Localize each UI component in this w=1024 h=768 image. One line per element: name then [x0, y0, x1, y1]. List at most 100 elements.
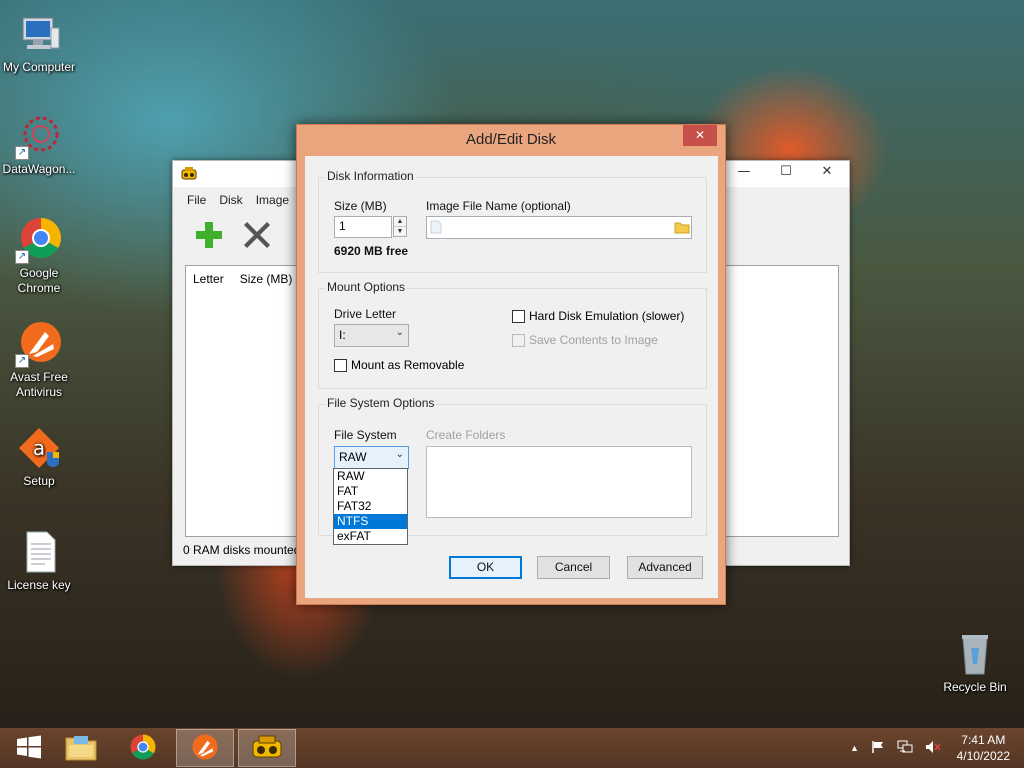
mount-removable-checkbox[interactable]: Mount as Removable: [334, 358, 464, 372]
group-title: Disk Information: [325, 169, 416, 183]
recycle-bin-icon: [951, 630, 999, 678]
desktop-icon-google-chrome[interactable]: ↗ Google Chrome: [0, 216, 78, 296]
add-icon[interactable]: [193, 219, 225, 254]
network-icon[interactable]: [897, 740, 913, 757]
checkbox-label: Save Contents to Image: [529, 333, 658, 347]
disk-information-group: Disk Information Size (MB) 1 ▲ ▼ 6920 MB…: [318, 169, 707, 273]
file-system-value: RAW: [339, 450, 367, 464]
spin-down-icon[interactable]: ▼: [394, 227, 406, 237]
desktop-icon-label: Setup: [23, 474, 55, 488]
datawagon-icon: ↗: [15, 112, 63, 160]
chrome-icon: [128, 732, 158, 765]
volume-muted-icon[interactable]: [925, 740, 941, 757]
dropdown-option-fat32[interactable]: FAT32: [334, 499, 407, 514]
toolbar: [193, 219, 273, 254]
desktop-icon-setup[interactable]: a Setup: [0, 424, 78, 489]
app-logo-icon: [181, 166, 197, 180]
taskbar: ▲ 7:41 AM 4/10/2022: [0, 728, 1024, 768]
file-icon: [430, 220, 442, 237]
checkbox-box: [512, 333, 525, 347]
checkbox-label: Mount as Removable: [351, 358, 465, 372]
windows-logo-icon: [15, 735, 43, 762]
maximize-button[interactable]: ☐: [771, 161, 801, 183]
advanced-button[interactable]: Advanced: [627, 556, 703, 579]
group-title: Mount Options: [325, 280, 408, 294]
save-contents-checkbox: Save Contents to Image: [512, 333, 658, 347]
taskbar-chrome[interactable]: [114, 729, 172, 767]
menu-image[interactable]: Image: [256, 193, 289, 207]
drive-letter-select[interactable]: I: ⌄: [334, 324, 409, 347]
file-system-label: File System: [334, 428, 397, 442]
action-center-flag-icon[interactable]: [871, 740, 885, 757]
text-file-icon: [15, 528, 63, 576]
group-title: File System Options: [325, 396, 437, 410]
status-bar-text: 0 RAM disks mounted: [183, 543, 301, 557]
desktop-icon-my-computer[interactable]: My Computer: [0, 10, 78, 75]
taskbar-avast[interactable]: [176, 729, 234, 767]
clock[interactable]: 7:41 AM 4/10/2022: [957, 732, 1010, 764]
folder-icon: [64, 732, 98, 765]
size-label: Size (MB): [334, 199, 387, 213]
menu-file[interactable]: File: [187, 193, 206, 207]
chevron-down-icon: ⌄: [395, 449, 404, 460]
desktop-icon-label: Avast Free Antivirus: [10, 370, 68, 399]
desktop-icon-avast[interactable]: ↗ Avast Free Antivirus: [0, 320, 78, 400]
create-folders-list[interactable]: [426, 446, 692, 518]
checkbox-box[interactable]: [512, 309, 525, 323]
drive-letter-value: I:: [339, 328, 346, 342]
ok-button[interactable]: OK: [449, 556, 522, 579]
free-space-text: 6920 MB free: [334, 244, 409, 258]
file-system-dropdown-list[interactable]: RAW FAT FAT32 NTFS exFAT: [333, 468, 408, 545]
desktop-icon-datawagon[interactable]: ↗ DataWagon...: [0, 112, 78, 177]
clock-date: 4/10/2022: [956, 749, 1010, 763]
checkbox-label: Hard Disk Emulation (slower): [529, 309, 685, 323]
size-spinner[interactable]: ▲ ▼: [393, 216, 407, 237]
browse-folder-icon[interactable]: [674, 220, 690, 237]
dropdown-option-raw[interactable]: RAW: [334, 469, 407, 484]
setup-icon: a: [15, 424, 63, 472]
dropdown-option-exfat[interactable]: exFAT: [334, 529, 407, 544]
avast-icon: [190, 732, 220, 765]
remove-icon[interactable]: [241, 219, 273, 254]
close-button[interactable]: ✕: [807, 161, 847, 183]
desktop-icon-label: My Computer: [2, 60, 76, 74]
start-button[interactable]: [0, 729, 58, 767]
clock-time: 7:41 AM: [961, 733, 1006, 747]
checkbox-box[interactable]: [334, 358, 347, 372]
column-size[interactable]: Size (MB): [240, 272, 293, 286]
desktop-icon-recycle-bin[interactable]: Recycle Bin: [936, 630, 1014, 695]
cancel-button[interactable]: Cancel: [537, 556, 610, 579]
svg-text:a: a: [33, 436, 45, 460]
drive-letter-label: Drive Letter: [334, 307, 397, 321]
dropdown-option-fat[interactable]: FAT: [334, 484, 407, 499]
minimize-button[interactable]: —: [729, 161, 759, 183]
taskbar-file-explorer[interactable]: [52, 729, 110, 767]
create-folders-label: Create Folders: [426, 428, 506, 442]
shortcut-arrow-icon: ↗: [15, 146, 29, 160]
hard-disk-emulation-checkbox[interactable]: Hard Disk Emulation (slower): [512, 309, 684, 323]
desktop-icon-license-key[interactable]: License key: [0, 528, 78, 593]
spin-up-icon[interactable]: ▲: [394, 217, 406, 227]
desktop-icon-label: Recycle Bin: [943, 680, 1007, 694]
shortcut-arrow-icon: ↗: [15, 250, 29, 264]
desktop-icon-label: Google Chrome: [17, 266, 61, 295]
image-file-input[interactable]: [426, 216, 692, 239]
taskbar-ramdisk[interactable]: [238, 729, 296, 767]
size-input[interactable]: 1: [334, 216, 392, 238]
chevron-down-icon: ⌄: [395, 327, 404, 338]
ramdisk-app-icon: [251, 733, 283, 764]
dropdown-option-ntfs[interactable]: NTFS: [334, 514, 407, 529]
column-letter[interactable]: Letter: [193, 272, 224, 286]
menu-disk[interactable]: Disk: [219, 193, 242, 207]
show-hidden-icons-icon[interactable]: ▲: [850, 743, 859, 753]
avast-icon: ↗: [15, 320, 63, 368]
desktop-icon-label: DataWagon...: [2, 162, 76, 176]
dialog-title: Add/Edit Disk: [465, 131, 557, 148]
shortcut-arrow-icon: ↗: [15, 354, 29, 368]
mount-options-group: Mount Options Drive Letter I: ⌄ Mount as…: [318, 280, 707, 389]
menu-bar: File Disk Image: [187, 193, 289, 207]
chrome-icon: ↗: [15, 216, 63, 264]
file-system-select[interactable]: RAW ⌄: [334, 446, 409, 469]
dialog-close-button[interactable]: ✕: [683, 125, 717, 146]
computer-icon: [15, 10, 63, 58]
